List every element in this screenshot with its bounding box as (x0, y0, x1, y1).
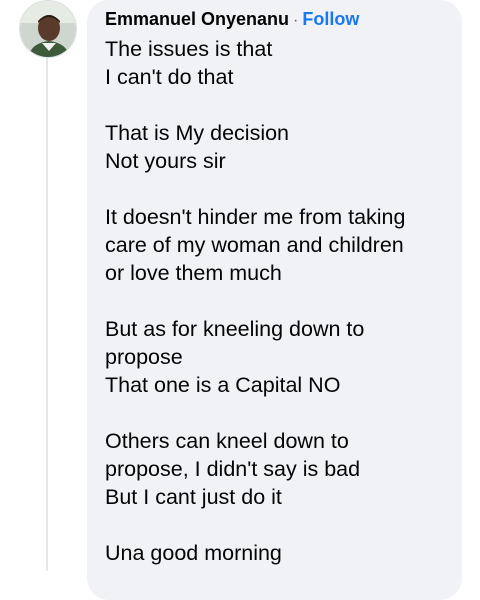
profile-photo-icon (20, 1, 76, 57)
comment-text: The issues is that I can't do that That … (105, 35, 448, 567)
comment-header: Emmanuel Onyenanu · Follow (105, 6, 448, 32)
comment-line: But as for kneeling down to (105, 317, 365, 341)
comment-line (105, 175, 448, 203)
comment-line: The issues is that (105, 37, 273, 61)
reply-thread-line (46, 58, 48, 571)
comment-line: That one is a Capital NO (105, 373, 341, 397)
comment-bubble: Emmanuel Onyenanu · Follow The issues is… (87, 0, 462, 600)
comment-line: That is My decision (105, 121, 290, 145)
avatar[interactable] (19, 0, 77, 58)
comment-line: Others can kneel down to (105, 429, 349, 453)
separator-dot: · (293, 12, 299, 29)
comment-line (105, 399, 448, 427)
comment-line: propose, I didn't say is bad (105, 457, 361, 481)
author-name[interactable]: Emmanuel Onyenanu (105, 6, 289, 32)
comment-line: Not yours sir (105, 149, 226, 173)
comment-line (105, 511, 448, 539)
follow-button[interactable]: Follow (302, 6, 359, 32)
comment-line: I can't do that (105, 65, 234, 89)
comment-line: It doesn't hinder me from taking (105, 205, 406, 229)
comment-line: or love them much (105, 261, 282, 285)
comment-line: care of my woman and children (105, 233, 404, 257)
comment-line (105, 91, 448, 119)
comment-line: Una good morning (105, 541, 282, 565)
comment-line: propose (105, 345, 183, 369)
comment-line: But I cant just do it (105, 485, 282, 509)
comment-line (105, 287, 448, 315)
